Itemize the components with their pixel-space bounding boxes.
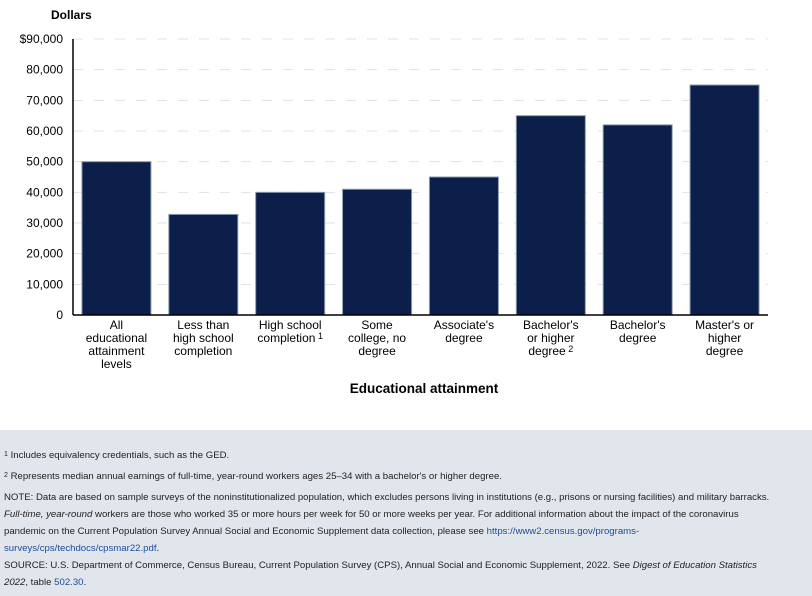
x-tick-label-line: college, no: [348, 331, 407, 345]
x-tick-label: All educational attainment levels: [71, 319, 161, 371]
footnote-marker: 1: [4, 451, 8, 458]
x-tick-label-line: completion: [257, 331, 316, 345]
chart-area: Dollars 0 10,000 20,000 30,000 40,000 50,000 6…: [0, 0, 812, 430]
x-tick-label-line: levels: [101, 357, 132, 371]
x-tick-label: High school completion 1: [245, 319, 335, 345]
footnote-marker: 1: [315, 331, 323, 341]
y-tick-label: 50,000: [26, 155, 63, 169]
x-tick-label-line: Bachelor's: [609, 318, 666, 332]
x-tick-label-line: high school: [172, 331, 234, 345]
x-axis-title: Educational attainment: [349, 381, 499, 396]
x-tick-label-line: Associate's: [433, 318, 495, 332]
footnote-1: 1 Includes equivalency credentials, such…: [4, 447, 804, 464]
x-tick-label-line: Less than: [177, 318, 230, 332]
note-text: .: [156, 543, 160, 554]
x-tick-label-line: Bachelor's: [522, 318, 579, 332]
note-text: workers are those who worked 35 or more …: [92, 509, 739, 520]
x-tick-label-line: higher: [707, 331, 742, 345]
note-italic-term: Full-time, year-round: [4, 509, 93, 520]
source-text: .: [83, 577, 87, 588]
x-tick-label-line: Some: [361, 318, 393, 332]
note-paragraph: NOTE: Data are based on sample surveys o…: [4, 489, 804, 557]
bar[interactable]: [342, 188, 413, 316]
bar[interactable]: [602, 124, 673, 316]
x-tick-label-line: degree: [528, 344, 566, 358]
bar[interactable]: [255, 191, 326, 316]
x-tick-label-line: degree: [358, 344, 396, 358]
x-tick-label-line: All: [109, 318, 124, 332]
y-tick-label: 30,000: [26, 216, 63, 230]
bar[interactable]: [81, 161, 152, 316]
y-tick-label: 60,000: [26, 124, 63, 138]
x-tick-label-line: completion: [174, 344, 233, 358]
source-text: SOURCE: U.S. Department of Commerce, Cen…: [4, 560, 633, 571]
y-tick-label: 20,000: [26, 247, 63, 261]
footnote-marker: 2: [4, 472, 8, 479]
x-tick-label-line: educational: [85, 331, 148, 345]
footnote-text: Includes equivalency credentials, such a…: [10, 450, 230, 461]
y-tick-label: 0: [56, 308, 63, 322]
x-tick-label: Master's or higher degree: [680, 319, 770, 358]
census-link[interactable]: https://www2.census.gov/programs-: [487, 526, 640, 537]
note-text: NOTE: Data are based on sample surveys o…: [4, 492, 770, 503]
footnote-text: Represents median annual earnings of ful…: [10, 471, 502, 482]
bar[interactable]: [515, 115, 586, 316]
bar[interactable]: [168, 213, 239, 316]
y-tick-label: 70,000: [26, 93, 63, 107]
x-tick-label-line: degree: [705, 344, 744, 358]
x-tick-label: Less than high school completion: [158, 319, 248, 358]
x-tick-label-line: attainment: [88, 344, 145, 358]
x-tick-label: Bachelor's or higher degree 2: [506, 319, 596, 358]
digest-year: 2022: [4, 577, 26, 588]
bar[interactable]: [689, 84, 760, 316]
table-link[interactable]: 502.30: [54, 577, 83, 588]
y-tick-label: 40,000: [26, 185, 63, 199]
x-tick-label-line: Master's or: [695, 318, 755, 332]
bar[interactable]: [428, 176, 499, 316]
x-tick-label-line: High school: [258, 318, 322, 332]
x-tick-label-line: degree: [445, 331, 483, 345]
y-tick-label: $90,000: [20, 32, 64, 46]
digest-title: Digest of Education Statistics: [632, 560, 757, 571]
x-tick-label: Some college, no degree: [332, 319, 422, 358]
x-tick-label-line: or higher: [527, 331, 575, 345]
y-tick-label: 80,000: [26, 63, 63, 77]
note-text: pandemic on the Current Population Surve…: [4, 526, 487, 537]
x-tick-label: Bachelor's degree: [593, 319, 683, 345]
source-paragraph: SOURCE: U.S. Department of Commerce, Cen…: [4, 557, 804, 591]
census-link-continued[interactable]: surveys/cps/techdocs/cpsmar22.pdf: [4, 543, 157, 554]
x-tick-label: Associate's degree: [419, 319, 509, 345]
source-text: , table: [25, 577, 55, 588]
y-tick-label: 10,000: [26, 277, 63, 291]
footnote-2: 2 Represents median annual earnings of f…: [4, 468, 804, 485]
footnotes-panel: 1 Includes equivalency credentials, such…: [0, 430, 812, 596]
footnote-marker: 2: [565, 344, 574, 354]
x-tick-label-line: degree: [619, 331, 657, 345]
